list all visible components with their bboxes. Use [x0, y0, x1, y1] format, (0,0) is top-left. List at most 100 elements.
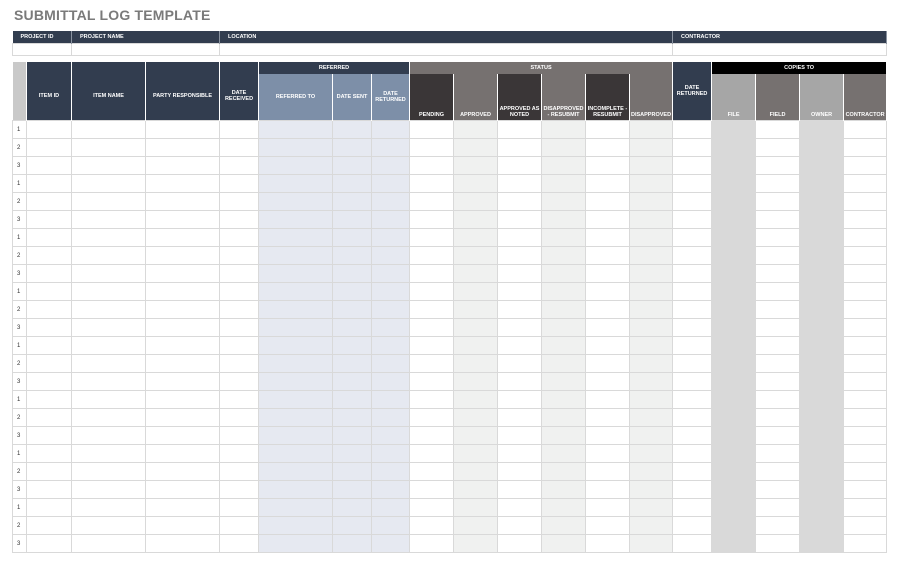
- copies-contractor-cell[interactable]: [843, 444, 888, 463]
- date-received-cell[interactable]: [219, 516, 259, 535]
- copies-file-cell[interactable]: [711, 300, 757, 319]
- date-received-cell[interactable]: [219, 174, 259, 193]
- item-name-cell[interactable]: [71, 282, 146, 301]
- date-returned-cell[interactable]: [672, 174, 713, 193]
- incomplete-resubmit-cell[interactable]: [585, 354, 630, 373]
- date-sent-cell[interactable]: [332, 444, 372, 463]
- item-id-cell[interactable]: [26, 174, 72, 193]
- copies-file-cell[interactable]: [711, 264, 757, 283]
- date-returned-cell[interactable]: [672, 480, 713, 499]
- referred-date-returned-cell[interactable]: [371, 264, 410, 283]
- referred-date-returned-cell[interactable]: [371, 462, 410, 481]
- copies-owner-cell[interactable]: [799, 318, 845, 337]
- item-name-cell[interactable]: [71, 480, 146, 499]
- item-id-cell[interactable]: [26, 372, 72, 391]
- referred-to-cell[interactable]: [258, 534, 333, 553]
- approved-as-noted-cell[interactable]: [497, 210, 542, 229]
- disapproved-resubmit-cell[interactable]: [541, 408, 586, 427]
- approved-as-noted-cell[interactable]: [497, 462, 542, 481]
- date-sent-cell[interactable]: [332, 228, 372, 247]
- pending-cell[interactable]: [409, 480, 454, 499]
- approved-cell[interactable]: [453, 300, 498, 319]
- incomplete-resubmit-cell[interactable]: [585, 300, 630, 319]
- copies-owner-cell[interactable]: [799, 228, 845, 247]
- referred-to-cell[interactable]: [258, 174, 333, 193]
- referred-date-returned-cell[interactable]: [371, 390, 410, 409]
- item-id-cell[interactable]: [26, 264, 72, 283]
- copies-field-cell[interactable]: [755, 462, 801, 481]
- copies-field-cell[interactable]: [755, 228, 801, 247]
- copies-contractor-cell[interactable]: [843, 300, 888, 319]
- party-responsible-cell[interactable]: [145, 264, 220, 283]
- date-sent-cell[interactable]: [332, 480, 372, 499]
- date-sent-cell[interactable]: [332, 408, 372, 427]
- copies-owner-cell[interactable]: [799, 174, 845, 193]
- approved-as-noted-cell[interactable]: [497, 408, 542, 427]
- date-returned-cell[interactable]: [672, 300, 713, 319]
- approved-as-noted-cell[interactable]: [497, 174, 542, 193]
- disapproved-resubmit-cell[interactable]: [541, 300, 586, 319]
- pending-cell[interactable]: [409, 138, 454, 157]
- copies-file-cell[interactable]: [711, 462, 757, 481]
- date-received-cell[interactable]: [219, 372, 259, 391]
- copies-field-cell[interactable]: [755, 210, 801, 229]
- date-sent-cell[interactable]: [332, 300, 372, 319]
- contractor-cell[interactable]: [672, 43, 887, 56]
- copies-contractor-cell[interactable]: [843, 336, 888, 355]
- party-responsible-cell[interactable]: [145, 210, 220, 229]
- approved-cell[interactable]: [453, 534, 498, 553]
- date-sent-cell[interactable]: [332, 534, 372, 553]
- date-returned-cell[interactable]: [672, 120, 713, 139]
- party-responsible-cell[interactable]: [145, 246, 220, 265]
- pending-cell[interactable]: [409, 408, 454, 427]
- approved-cell[interactable]: [453, 354, 498, 373]
- date-received-cell[interactable]: [219, 444, 259, 463]
- date-received-cell[interactable]: [219, 390, 259, 409]
- referred-to-cell[interactable]: [258, 354, 333, 373]
- date-returned-cell[interactable]: [672, 246, 713, 265]
- pending-cell[interactable]: [409, 282, 454, 301]
- copies-owner-cell[interactable]: [799, 300, 845, 319]
- approved-as-noted-cell[interactable]: [497, 282, 542, 301]
- referred-to-cell[interactable]: [258, 372, 333, 391]
- copies-field-cell[interactable]: [755, 372, 801, 391]
- date-returned-cell[interactable]: [672, 372, 713, 391]
- copies-owner-cell[interactable]: [799, 156, 845, 175]
- item-id-cell[interactable]: [26, 408, 72, 427]
- copies-field-cell[interactable]: [755, 120, 801, 139]
- item-name-cell[interactable]: [71, 354, 146, 373]
- item-name-cell[interactable]: [71, 210, 146, 229]
- incomplete-resubmit-cell[interactable]: [585, 156, 630, 175]
- date-returned-cell[interactable]: [672, 444, 713, 463]
- copies-contractor-cell[interactable]: [843, 120, 888, 139]
- disapproved-resubmit-cell[interactable]: [541, 534, 586, 553]
- disapproved-resubmit-cell[interactable]: [541, 336, 586, 355]
- disapproved-cell[interactable]: [628, 390, 674, 409]
- referred-to-cell[interactable]: [258, 246, 333, 265]
- pending-cell[interactable]: [409, 156, 454, 175]
- item-id-cell[interactable]: [26, 300, 72, 319]
- incomplete-resubmit-cell[interactable]: [585, 408, 630, 427]
- approved-cell[interactable]: [453, 408, 498, 427]
- item-id-cell[interactable]: [26, 426, 72, 445]
- referred-date-returned-cell[interactable]: [371, 354, 410, 373]
- item-name-cell[interactable]: [71, 498, 146, 517]
- approved-cell[interactable]: [453, 138, 498, 157]
- date-sent-cell[interactable]: [332, 210, 372, 229]
- copies-file-cell[interactable]: [711, 480, 757, 499]
- approved-as-noted-cell[interactable]: [497, 318, 542, 337]
- item-id-cell[interactable]: [26, 156, 72, 175]
- date-returned-cell[interactable]: [672, 516, 713, 535]
- approved-as-noted-cell[interactable]: [497, 300, 542, 319]
- pending-cell[interactable]: [409, 246, 454, 265]
- disapproved-cell[interactable]: [628, 480, 674, 499]
- date-sent-cell[interactable]: [332, 246, 372, 265]
- copies-owner-cell[interactable]: [799, 426, 845, 445]
- incomplete-resubmit-cell[interactable]: [585, 246, 630, 265]
- copies-field-cell[interactable]: [755, 174, 801, 193]
- copies-field-cell[interactable]: [755, 498, 801, 517]
- incomplete-resubmit-cell[interactable]: [585, 138, 630, 157]
- pending-cell[interactable]: [409, 174, 454, 193]
- item-name-cell[interactable]: [71, 408, 146, 427]
- referred-date-returned-cell[interactable]: [371, 228, 410, 247]
